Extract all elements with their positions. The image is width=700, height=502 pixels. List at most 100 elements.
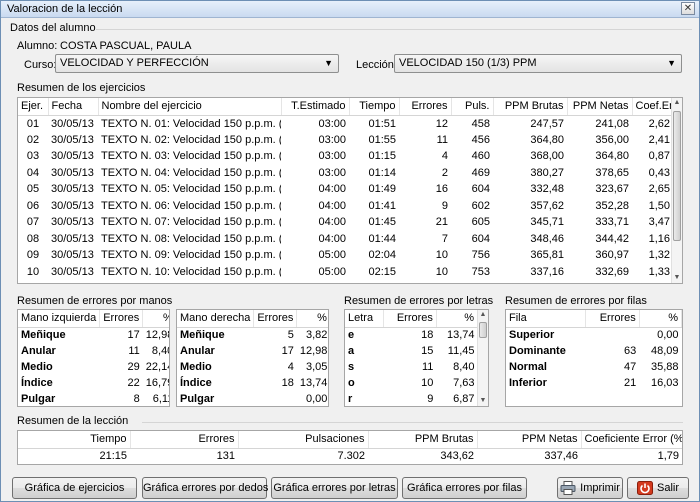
- table-row[interactable]: 04 30/05/13 TEXTO N. 04: Velocidad 150 p.p…: [18, 165, 673, 182]
- table-row[interactable]: e 18 13,74: [345, 327, 478, 343]
- table-cell: 21: [435, 216, 448, 229]
- table-row[interactable]: 08 30/05/13 TEXTO N. 08: Velocidad 150 p.p…: [18, 231, 673, 248]
- column-header: Letra: [345, 310, 385, 328]
- table-cell: 29: [127, 361, 140, 373]
- table-row[interactable]: a 15 11,45: [345, 343, 478, 359]
- table-row[interactable]: 09 30/05/13 TEXTO N. 09: Velocidad 150 p.p…: [18, 247, 673, 264]
- table-cell: 10: [435, 265, 448, 278]
- exercises-scrollbar[interactable]: ▲ ▼: [671, 98, 682, 283]
- table-row[interactable]: Meñique 5 3,82: [177, 327, 328, 343]
- table-row[interactable]: Índice 18 13,74: [177, 375, 328, 391]
- scroll-up-icon[interactable]: ▲: [478, 310, 488, 320]
- column-header: Errores: [130, 431, 239, 449]
- table-cell: 469: [471, 166, 490, 179]
- column-header: Fecha: [48, 98, 99, 116]
- table-row[interactable]: Índice 22 16,79: [18, 375, 169, 391]
- table-cell: 5: [287, 329, 294, 342]
- table-cell: 11: [18, 280, 48, 283]
- table-row[interactable]: Pulgar 0,00: [177, 391, 328, 406]
- column-header: %: [296, 310, 328, 328]
- table-cell: 9: [427, 393, 434, 405]
- table-cell: 07: [26, 216, 40, 229]
- table-cell: e: [348, 329, 355, 342]
- table-cell: 15: [421, 345, 434, 357]
- grafica-ejercicios-button[interactable]: Gráfica de ejercicios: [12, 477, 137, 499]
- table-row[interactable]: s 11 8,40: [345, 359, 478, 375]
- salir-button[interactable]: Salir: [627, 477, 689, 499]
- table-cell: 04:00: [318, 183, 346, 196]
- table-row[interactable]: 05 30/05/13 TEXTO N. 05: Velocidad 150 p.p…: [18, 181, 673, 198]
- table-row[interactable]: Medio 29 22,14: [18, 359, 169, 375]
- table-cell: 456: [471, 133, 490, 146]
- table-row[interactable]: Dominante 63 48,09: [506, 343, 682, 359]
- letras-scrollbar[interactable]: ▲ ▼: [477, 310, 488, 406]
- table-cell: 01:44: [368, 232, 396, 245]
- table-cell: 48,09: [650, 345, 679, 357]
- table-cell: 4: [441, 150, 448, 163]
- section-errores-filas: Resumen de errores por filas: [505, 295, 647, 307]
- table-cell: 337,16: [530, 265, 564, 278]
- table-cell: 22,14: [145, 361, 169, 373]
- close-button[interactable]: ✕: [681, 2, 695, 15]
- table-row[interactable]: Medio 4 3,05: [177, 359, 328, 375]
- scroll-down-icon[interactable]: ▼: [672, 273, 682, 283]
- column-header: Coef.Err.: [632, 98, 679, 116]
- table-cell: 4: [287, 361, 294, 373]
- table-row[interactable]: 01 30/05/13 TEXTO N. 01: Velocidad 150 p.p…: [18, 115, 673, 132]
- power-icon: [636, 481, 653, 496]
- grafica-letras-button[interactable]: Gráfica errores por letras: [271, 477, 398, 499]
- table-cell: 360,97: [595, 249, 629, 262]
- table-cell: 2,62: [648, 117, 670, 130]
- table-row[interactable]: 06 30/05/13 TEXTO N. 06: Velocidad 150 p.p…: [18, 198, 673, 215]
- table-cell: 0,43: [648, 166, 670, 179]
- table-row[interactable]: Inferior 21 16,03: [506, 375, 682, 391]
- table-cell: 05:00: [318, 249, 346, 262]
- column-header: Fila: [506, 310, 586, 328]
- table-row[interactable]: Anular 11 8,40: [18, 343, 169, 359]
- table-row[interactable]: 10 30/05/13 TEXTO N. 10: Velocidad 150 p.p…: [18, 264, 673, 281]
- table-cell: TEXTO N. 08: Velocidad 150 p.p.m. (T: 4.…: [101, 232, 281, 245]
- column-header: PPM Brutas: [493, 98, 568, 116]
- table-cell: 16: [435, 183, 448, 196]
- scroll-down-icon[interactable]: ▼: [478, 396, 488, 406]
- table-row[interactable]: 03 30/05/13 TEXTO N. 03: Velocidad 150 p.p…: [18, 148, 673, 165]
- salir-label: Salir: [656, 482, 679, 494]
- scrollbar-thumb[interactable]: [673, 111, 681, 241]
- table-cell: Medio: [21, 361, 53, 373]
- table-row[interactable]: Meñique 17 12,98: [18, 327, 169, 343]
- mano-izquierda-header: Mano izquierdaErrores%: [18, 310, 169, 328]
- column-header: %: [436, 310, 479, 328]
- table-row[interactable]: Anular 17 12,98: [177, 343, 328, 359]
- table-cell: TEXTO N. 11: Velocidad 150 p.p.m. (T: 5.…: [98, 280, 281, 283]
- column-header: Coeficiente Error (%): [581, 431, 682, 449]
- table-row[interactable]: 07 30/05/13 TEXTO N. 07: Velocidad 150 p.p…: [18, 214, 673, 231]
- table-row[interactable]: o 10 7,63: [345, 375, 478, 391]
- scrollbar-thumb[interactable]: [479, 322, 487, 338]
- table-row[interactable]: r 9 6,87: [345, 391, 478, 406]
- table-cell: 01:55: [368, 133, 396, 146]
- table-row[interactable]: Normal 47 35,88: [506, 359, 682, 375]
- imprimir-button[interactable]: Imprimir: [557, 477, 623, 499]
- leccion-select[interactable]: VELOCIDAD 150 (1/3) PPM ▼: [394, 54, 682, 73]
- table-cell: 241,08: [595, 117, 629, 130]
- table-row[interactable]: Pulgar 8 6,11: [18, 391, 169, 406]
- title-bar: Valoracion de la lección ✕: [1, 1, 699, 18]
- table-row[interactable]: 1130/05/13TEXTO N. 11: Velocidad 150 p.p…: [18, 280, 673, 283]
- table-cell: 756: [471, 249, 490, 262]
- table-cell: 02:13: [349, 280, 399, 283]
- curso-select[interactable]: VELOCIDAD Y PERFECCIÓN ▼: [55, 54, 339, 73]
- table-cell: 247,57: [530, 117, 564, 130]
- table-cell: 11: [128, 345, 140, 357]
- grafica-filas-button[interactable]: Gráfica errores por filas: [402, 477, 527, 499]
- grafica-dedos-button[interactable]: Gráfica errores por dedos: [142, 477, 268, 499]
- chevron-down-icon: ▼: [324, 58, 333, 68]
- scroll-up-icon[interactable]: ▲: [672, 98, 682, 108]
- table-cell: 01:41: [368, 199, 396, 212]
- table-cell: Índice: [21, 377, 53, 389]
- table-cell: 22: [127, 377, 140, 389]
- table-cell: 357,62: [530, 199, 564, 212]
- table-row[interactable]: Superior 0,00: [506, 327, 682, 343]
- column-header: PPM Netas: [567, 98, 633, 116]
- table-row[interactable]: 02 30/05/13 TEXTO N. 02: Velocidad 150 p.p…: [18, 132, 673, 149]
- table-cell: 04:00: [318, 199, 346, 212]
